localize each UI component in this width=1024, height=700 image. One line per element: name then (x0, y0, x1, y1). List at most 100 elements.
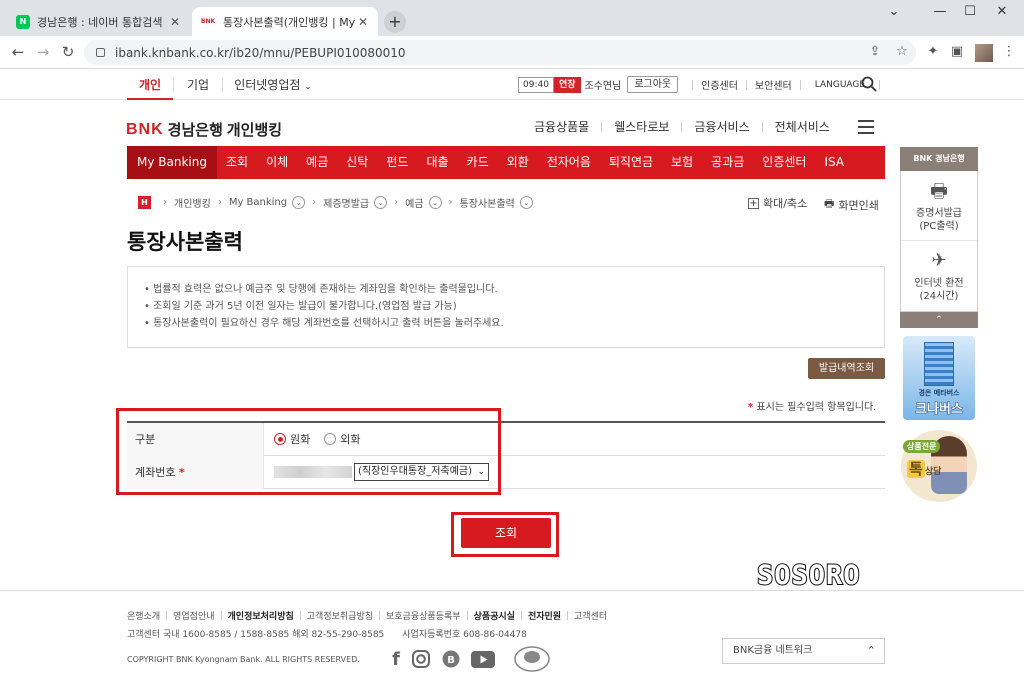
browser-tab-bnk[interactable]: BNK 통장사본출력(개인뱅킹 | My Ba ✕ (192, 7, 378, 36)
instagram-icon[interactable] (410, 648, 432, 670)
chevron-down-icon[interactable]: ⌄ (880, 4, 908, 22)
gnb-item[interactable]: 공과금 (702, 146, 753, 179)
notice-line: • 법률적 효력은 없으나 예금주 및 당행에 존재하는 계좌임을 확인하는 출… (144, 284, 498, 295)
footer-link-privacy[interactable]: 개인정보처리방침 (228, 609, 294, 622)
quick-menu-body: 🖶 증명서발급 (PC출력) ✈ 인터넷 환전 (24시간) (900, 171, 978, 312)
menu-all-service[interactable]: 전체서비스 (775, 118, 830, 135)
search-icon[interactable] (861, 76, 877, 92)
footer-link[interactable]: 고객정보취급방침 (307, 609, 373, 622)
scroll-top-button[interactable]: ⌃ (900, 312, 978, 328)
notice-line: • 조회일 기준 과거 5년 이전 일자는 발급이 불가합니다.(영업점 발급 … (144, 301, 457, 312)
divider (222, 78, 223, 92)
zoom-button[interactable]: + 확대/축소 (748, 195, 807, 211)
reload-icon[interactable]: ↻ (58, 42, 78, 62)
blog-icon[interactable]: B (440, 648, 462, 670)
home-icon[interactable]: H (138, 196, 151, 209)
menu-financial-service[interactable]: 금융서비스 (694, 118, 749, 135)
footer-link-disclosure[interactable]: 상품공시실 (474, 609, 515, 622)
footer-link[interactable]: 보호금융상품등록부 (386, 609, 461, 622)
bank-logo[interactable]: BNK 경남은행 개인뱅킹 (126, 119, 282, 140)
browser-tab-naver[interactable]: N 경남은행 : 네이버 통합검색 ✕ (8, 7, 190, 36)
bookmark-star-icon[interactable]: ☆ (893, 44, 911, 62)
close-tab-icon[interactable]: ✕ (168, 15, 182, 29)
profile-avatar[interactable] (975, 44, 993, 62)
metaverse-banner[interactable]: 경은 메타버스 크나버스 (903, 336, 975, 420)
print-label: 화면인쇄 (838, 198, 879, 212)
divider (466, 611, 468, 620)
gnb-item[interactable]: 신탁 (337, 146, 377, 179)
issue-history-button[interactable]: 발급내역조회 (808, 358, 885, 379)
quick-fx-exchange[interactable]: ✈ 인터넷 환전 (24시간) (901, 241, 977, 311)
bnk-logo-mark: BNK (126, 120, 164, 138)
quick-menu-header: BNK 경남은행 (900, 147, 978, 171)
hamburger-menu-icon[interactable] (858, 120, 874, 134)
divider (799, 79, 801, 90)
svg-text:B: B (447, 655, 455, 666)
divider (601, 121, 603, 132)
chat-consult-banner[interactable]: 상품전문 톡 상담 (901, 430, 977, 502)
quick-item-label: 증명서발급 (PC출력) (916, 208, 962, 232)
highlight-box (451, 512, 559, 557)
close-tab-icon[interactable]: ✕ (356, 15, 370, 29)
gnb-item[interactable]: 대출 (417, 146, 457, 179)
link-cert-center[interactable]: 인증센터 (701, 77, 738, 92)
print-icon: 🖶 (824, 197, 835, 210)
tab-personal[interactable]: 개인 (127, 70, 173, 100)
breadcrumb-current[interactable]: 통장사본출력 (460, 195, 515, 210)
gnb-item[interactable]: 이체 (257, 146, 297, 179)
gnb-item[interactable]: 예금 (297, 146, 337, 179)
link-language[interactable]: LANGUAGE (815, 80, 865, 90)
address-bar[interactable]: ibank.knbank.co.kr/ib20/mnu/PEBUPI010080… (84, 40, 916, 65)
footer-link[interactable]: 온행소개 (127, 609, 160, 622)
breadcrumb-item[interactable]: 개인뱅킹 (174, 195, 211, 210)
footer-link-complaint[interactable]: 전자민원 (528, 609, 561, 622)
menu-product-mall[interactable]: 금융상품몰 (534, 118, 589, 135)
gnb-item[interactable]: 펀드 (377, 146, 417, 179)
printer-icon: 🖶 (930, 180, 948, 202)
logout-button[interactable]: 로그아웃 (627, 76, 679, 93)
facebook-icon[interactable]: f (385, 648, 407, 670)
tab-internet-branch[interactable]: 인터넷영업점 ⌄ (228, 70, 318, 100)
gnb-item[interactable]: 외환 (498, 146, 538, 179)
menu-wealth-robo[interactable]: 웰스타로보 (614, 118, 669, 135)
sidepanel-icon[interactable]: ▣ (948, 44, 966, 62)
gnb-item[interactable]: 퇴직연금 (600, 146, 662, 179)
quick-menu: BNK 경남은행 🖶 증명서발급 (PC출력) ✈ 인터넷 환전 (24시간) … (900, 147, 978, 328)
new-tab-button[interactable]: + (384, 11, 406, 33)
breadcrumb-item[interactable]: 제증명발급 (323, 195, 369, 210)
back-icon[interactable]: ← (8, 42, 28, 62)
forward-icon[interactable]: → (33, 42, 53, 62)
chevron-down-icon[interactable]: ⌄ (519, 196, 533, 209)
gnb-item[interactable]: 조회 (217, 146, 257, 179)
gnb-my-banking[interactable]: My Banking (127, 146, 217, 179)
breadcrumb-item[interactable]: My Banking (229, 197, 287, 208)
menu-kebab-icon[interactable]: ⋮ (1000, 44, 1018, 62)
chevron-down-icon[interactable]: ⌄ (428, 196, 442, 209)
link-security-center[interactable]: 보안센터 (755, 77, 792, 92)
bnk-network-select[interactable]: BNK금융 네트워크 ⌃ (722, 638, 885, 664)
gnb-item[interactable]: 인증센터 (753, 146, 815, 179)
footer-divider (0, 590, 1024, 591)
gnb-item[interactable]: 카드 (458, 146, 498, 179)
extend-button[interactable]: 연장 (553, 76, 581, 93)
gnb-item[interactable]: ISA (815, 146, 853, 179)
quick-cert-issue[interactable]: 🖶 증명서발급 (PC출력) (901, 171, 977, 241)
naver-favicon-icon: N (16, 14, 30, 29)
youtube-icon[interactable] (470, 648, 496, 670)
gnb-item[interactable]: 보험 (662, 146, 702, 179)
share-icon[interactable]: ⇪ (866, 44, 884, 62)
extensions-icon[interactable]: ✦ (924, 44, 942, 62)
chevron-down-icon[interactable]: ⌄ (292, 196, 306, 209)
maximize-icon[interactable]: ☐ (956, 4, 984, 22)
footer-link[interactable]: 영업점안내 (173, 609, 214, 622)
chevron-down-icon[interactable]: ⌄ (374, 196, 388, 209)
breadcrumb-item[interactable]: 예금 (405, 195, 423, 210)
chevron-right-icon: › (217, 197, 222, 208)
footer-link[interactable]: 고객센터 (574, 609, 607, 622)
tab-corporate[interactable]: 기업 (174, 70, 222, 100)
close-window-icon[interactable]: ✕ (988, 4, 1016, 22)
gnb-item[interactable]: 전자어음 (538, 146, 600, 179)
minimize-icon[interactable]: — (926, 4, 954, 22)
tab-label: 인터넷영업점 (234, 78, 301, 92)
print-button[interactable]: 🖶 화면인쇄 (824, 195, 879, 214)
